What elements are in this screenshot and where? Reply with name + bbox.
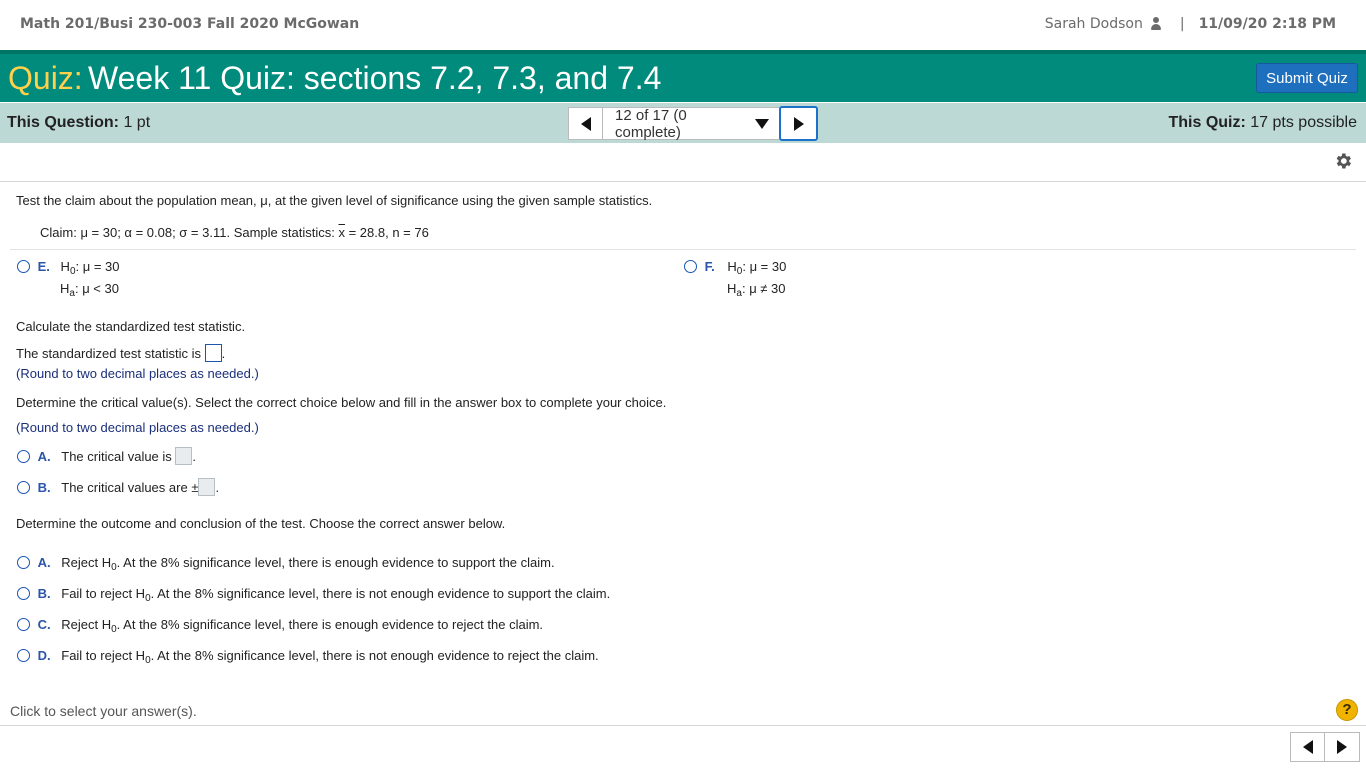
arrow-left-icon <box>580 116 591 131</box>
arrow-right-icon <box>1337 740 1347 754</box>
choice-text: The critical value is <box>61 449 172 464</box>
choice-text: Reject H0. At the 8% significance level,… <box>61 617 544 635</box>
option-letter: C. <box>37 617 51 632</box>
bottom-previous-button[interactable] <box>1290 732 1325 762</box>
question-navigator: 12 of 17 (0 complete) <box>568 106 818 141</box>
radio-button[interactable] <box>17 649 30 662</box>
claim-prefix: Claim: μ = 30; α = 0.08; σ = 3.11. Sampl… <box>40 225 335 240</box>
option-letter: F. <box>704 259 715 274</box>
critical-values-input[interactable] <box>198 478 216 496</box>
option-letter: B. <box>37 480 51 495</box>
option-letter: D. <box>37 648 51 663</box>
option-letter: A. <box>37 449 51 464</box>
claim-suffix: = 28.8, n = 76 <box>348 225 429 240</box>
hypothesis-option-e[interactable]: E. H0: μ = 30 <box>17 259 120 277</box>
choice-text: Fail to reject H0. At the 8% significanc… <box>61 586 611 604</box>
bottom-next-button[interactable] <box>1325 732 1360 762</box>
this-question-value: 1 pt <box>123 114 151 131</box>
stat-line: The standardized test statistic is . <box>16 344 226 362</box>
this-quiz-points: This Quiz: 17 pts possible <box>1168 114 1357 132</box>
arrow-right-icon <box>793 116 804 131</box>
footer-divider <box>0 725 1366 726</box>
calc-prompt: Calculate the standardized test statisti… <box>16 319 246 334</box>
divider <box>10 249 1356 250</box>
outcome-choice-c[interactable]: C. Reject H0. At the 8% significance lev… <box>17 617 544 635</box>
outcome-choice-b[interactable]: B. Fail to reject H0. At the 8% signific… <box>17 586 611 604</box>
question-prompt: Test the claim about the population mean… <box>16 193 653 208</box>
caret-down-icon <box>755 118 769 129</box>
top-bar: Math 201/Busi 230-003 Fall 2020 McGowan … <box>0 0 1366 50</box>
choice-text: Fail to reject H0. At the 8% significanc… <box>61 648 599 666</box>
bottom-navigator <box>1290 732 1360 762</box>
null-hypothesis: H0: μ = 30 <box>60 259 120 277</box>
question-progress: 12 of 17 (0 complete) <box>615 106 687 141</box>
quiz-title: Week 11 Quiz: sections 7.2, 7.3, and 7.4 <box>88 60 662 96</box>
test-statistic-input[interactable] <box>204 344 222 362</box>
radio-button[interactable] <box>17 481 30 494</box>
critical-choice-a[interactable]: A. The critical value is . <box>17 447 196 465</box>
previous-question-button[interactable] <box>568 107 603 140</box>
radio-button[interactable] <box>684 260 697 273</box>
outcome-prompt: Determine the outcome and conclusion of … <box>16 516 506 531</box>
critical-prompt: Determine the critical value(s). Select … <box>16 395 667 410</box>
option-letter: B. <box>37 586 51 601</box>
null-hypothesis: H0: μ = 30 <box>727 259 787 277</box>
plus-minus: ± <box>191 480 199 495</box>
claim-line: Claim: μ = 30; α = 0.08; σ = 3.11. Sampl… <box>40 225 429 240</box>
radio-button[interactable] <box>17 260 30 273</box>
arrow-left-icon <box>1302 740 1313 754</box>
options-row <box>0 143 1366 182</box>
gear-icon[interactable] <box>1333 151 1353 171</box>
critical-value-input[interactable] <box>175 447 193 465</box>
round-hint: (Round to two decimal places as needed.) <box>16 366 259 381</box>
option-letter: E. <box>37 259 50 274</box>
next-question-button[interactable] <box>779 106 818 141</box>
critical-choice-b[interactable]: B. The critical values are ±. <box>17 478 219 496</box>
this-quiz-value: 17 pts possible <box>1250 114 1357 131</box>
alt-hypothesis: Ha: μ ≠ 30 <box>727 281 786 299</box>
stat-label: The standardized test statistic is <box>16 346 201 361</box>
course-title: Math 201/Busi 230-003 Fall 2020 McGowan <box>20 16 360 32</box>
user-icon <box>1150 17 1162 31</box>
datetime: 11/09/20 2:18 PM <box>1198 16 1336 32</box>
outcome-choice-d[interactable]: D. Fail to reject H0. At the 8% signific… <box>17 648 599 666</box>
claim-xbar: x <box>338 225 345 240</box>
user-name[interactable]: Sarah Dodson <box>1045 16 1143 32</box>
round-hint: (Round to two decimal places as needed.) <box>16 420 259 435</box>
radio-button[interactable] <box>17 587 30 600</box>
option-letter: A. <box>37 555 51 570</box>
radio-button[interactable] <box>17 556 30 569</box>
hypothesis-option-f[interactable]: F. H0: μ = 30 <box>684 259 787 277</box>
this-question-label: This Question: <box>7 114 119 131</box>
quiz-title-bar: Quiz: Week 11 Quiz: sections 7.2, 7.3, a… <box>0 50 1366 102</box>
help-icon[interactable]: ? <box>1336 699 1358 721</box>
quiz-label: Quiz: <box>8 60 83 96</box>
question-info-bar: This Question: 1 pt 12 of 17 (0 complete… <box>0 102 1366 143</box>
this-quiz-label: This Quiz: <box>1168 114 1246 131</box>
radio-button[interactable] <box>17 450 30 463</box>
status-text: Click to select your answer(s). <box>10 703 197 719</box>
user-area: Sarah Dodson | 11/09/20 2:18 PM <box>1045 16 1336 32</box>
question-select[interactable]: 12 of 17 (0 complete) <box>603 106 779 141</box>
outcome-choice-a[interactable]: A. Reject H0. At the 8% significance lev… <box>17 555 555 573</box>
choice-text: The critical values are <box>61 480 188 495</box>
alt-hypothesis: Ha: μ < 30 <box>60 281 119 299</box>
choice-text: Reject H0. At the 8% significance level,… <box>61 555 555 573</box>
submit-quiz-button[interactable]: Submit Quiz <box>1256 63 1358 93</box>
this-question-points: This Question: 1 pt <box>7 114 150 132</box>
radio-button[interactable] <box>17 618 30 631</box>
separator: | <box>1179 16 1185 32</box>
